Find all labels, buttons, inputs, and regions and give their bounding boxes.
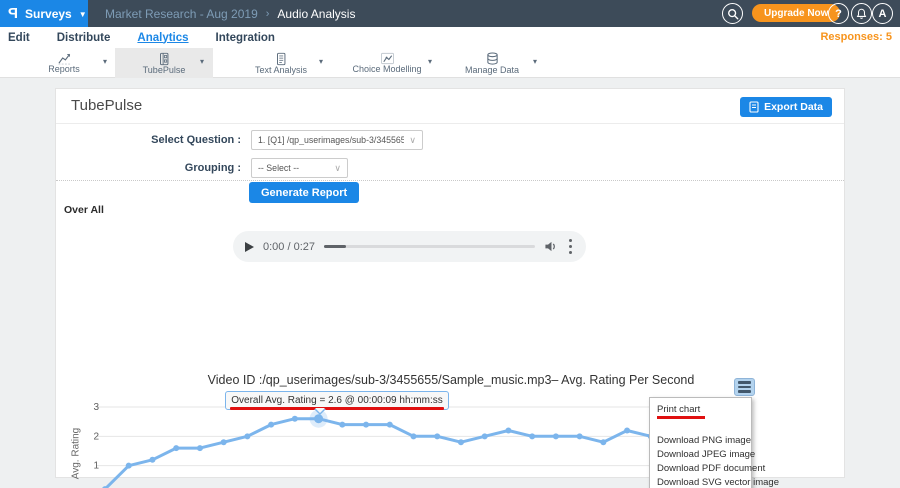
tab-tubepulse[interactable]: TubePulse [115,48,213,78]
breadcrumb-separator: › [266,8,270,20]
dotted-divider [56,180,844,181]
tab-reports[interactable]: Reports [28,48,100,78]
breadcrumb: Market Research - Aug 2019 › Audio Analy… [105,0,355,27]
questionpro-logo-icon: P [8,5,18,22]
menu-item-download-pdf[interactable]: Download PDF document [650,461,751,475]
breadcrumb-current-page: Audio Analysis [277,7,355,21]
audio-time: 0:00 / 0:27 [263,241,315,253]
chart-tooltip: Overall Avg. Rating = 2.6 @ 00:00:09 hh:… [225,391,449,410]
search-button[interactable] [722,3,743,24]
top-bar: P Surveys ▼ Market Research - Aug 2019 ›… [0,0,900,27]
tab-label: Manage Data [465,65,519,75]
ratings-chart: Video ID :/qp_userimages/sub-3/3455655/S… [56,367,846,488]
chevron-down-icon: ∨ [409,135,416,146]
analytics-toolbar: Reports ▾ TubePulse ▾ Text Analysis ▾ [0,48,900,78]
select-question-label: Select Question : [56,134,241,146]
choice-modelling-dropdown-caret-icon[interactable]: ▾ [428,57,432,66]
export-data-label: Export Data [764,101,823,113]
tab-text-analysis[interactable]: Text Analysis [243,48,319,78]
tooltip-arrow [314,409,326,415]
svg-text:1: 1 [93,461,99,472]
volume-icon[interactable] [544,240,558,253]
audio-seek-bar[interactable] [324,245,535,248]
tab-label: Reports [48,64,80,74]
panel-title: TubePulse [71,97,142,114]
menu-item-print-chart[interactable]: Print chart [650,402,751,416]
nav-item-edit[interactable]: Edit [8,32,30,44]
tab-label: Text Analysis [255,65,307,75]
search-icon [727,8,739,20]
product-name: Surveys [25,7,72,21]
tab-label: TubePulse [143,65,186,75]
question-select-value: 1. [Q1] /qp_userimages/sub-3/3455655/S..… [258,135,404,145]
app-window: P Surveys ▼ Market Research - Aug 2019 ›… [0,0,900,488]
generate-report-button[interactable]: Generate Report [249,182,359,203]
bell-icon [856,8,867,20]
account-avatar[interactable]: A [872,3,893,24]
tubepulse-panel: TubePulse Export Data Select Question : … [55,88,845,478]
chart-title: Video ID :/qp_userimages/sub-3/3455655/S… [56,373,846,387]
y-axis-title: Avg. Rating [71,394,82,488]
notifications-button[interactable] [851,3,872,24]
survey-nav: Edit Distribute Analytics Integration Re… [0,27,900,48]
export-file-icon [749,101,759,113]
tubepulse-icon [157,52,171,66]
product-switcher[interactable]: P Surveys ▼ [0,0,88,27]
hamburger-icon [738,381,751,384]
nav-item-analytics[interactable]: Analytics [137,32,188,44]
nav-item-distribute[interactable]: Distribute [57,32,111,44]
chevron-down-icon: ∨ [334,163,341,174]
tab-label: Choice Modelling [352,64,421,74]
help-icon: ? [835,8,842,20]
grouping-select-value: -- Select -- [258,163,329,173]
svg-text:3: 3 [93,402,99,413]
tubepulse-dropdown-caret-icon[interactable]: ▾ [200,57,204,66]
red-underline-annotation [230,407,444,410]
red-underline-annotation [657,416,705,419]
question-select[interactable]: 1. [Q1] /qp_userimages/sub-3/3455655/S..… [251,130,423,150]
menu-item-download-png[interactable]: Download PNG image [650,433,751,447]
overall-section-label: Over All [64,204,104,216]
export-context-menu: Print chart Download PNG image Download … [649,397,752,488]
database-icon [486,52,499,66]
nav-item-integration[interactable]: Integration [216,32,275,44]
export-data-button[interactable]: Export Data [740,97,832,117]
responses-count[interactable]: Responses: 5 [820,31,892,43]
text-analysis-dropdown-caret-icon[interactable]: ▾ [319,57,323,66]
help-button[interactable]: ? [828,3,849,24]
audio-seek-handle[interactable] [324,245,346,248]
menu-item-download-jpeg[interactable]: Download JPEG image [650,447,751,461]
tab-manage-data[interactable]: Manage Data [455,48,529,78]
grouping-select[interactable]: -- Select -- ∨ [251,158,348,178]
breadcrumb-survey-name[interactable]: Market Research - Aug 2019 [105,7,258,21]
audio-player[interactable]: 0:00 / 0:27 [233,231,586,262]
text-analysis-icon [274,52,288,66]
avatar-initial: A [879,8,887,20]
play-icon[interactable] [245,242,254,252]
tab-choice-modelling[interactable]: Choice Modelling [346,48,428,78]
menu-item-download-svg[interactable]: Download SVG vector image [650,475,751,488]
chevron-down-icon: ▼ [79,10,87,19]
manage-data-dropdown-caret-icon[interactable]: ▾ [533,57,537,66]
reports-dropdown-caret-icon[interactable]: ▾ [103,57,107,66]
tooltip-text: Overall Avg. Rating = 2.6 @ 00:00:09 hh:… [231,395,442,406]
divider [56,123,844,124]
grouping-label: Grouping : [56,162,241,174]
svg-text:2: 2 [93,431,99,442]
audio-menu-kebab-icon[interactable] [567,237,575,257]
chart-context-menu-button[interactable] [734,378,755,396]
